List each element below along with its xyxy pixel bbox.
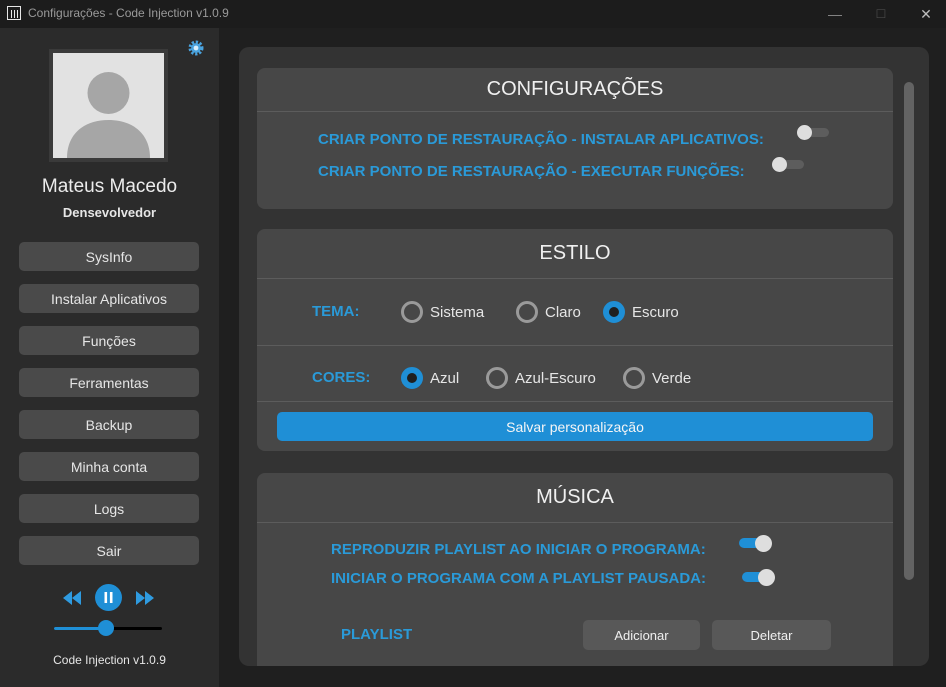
- settings-panel: CONFIGURAÇÕES CRIAR PONTO DE RESTAURAÇÃO…: [239, 47, 929, 666]
- nav-backup-button[interactable]: Backup: [19, 410, 199, 439]
- pause-icon[interactable]: [95, 584, 122, 611]
- volume-slider-handle[interactable]: [97, 620, 114, 636]
- theme-label: TEMA:: [312, 303, 360, 320]
- color-option-verde[interactable]: Verde: [623, 367, 691, 389]
- style-divider: [257, 345, 893, 346]
- restore-install-switch[interactable]: [797, 125, 831, 140]
- window-title: Configurações - Code Injection v1.0.9: [28, 6, 229, 20]
- maximize-button[interactable]: ☐: [858, 0, 904, 28]
- restore-exec-label: CRIAR PONTO DE RESTAURAÇÃO - EXECUTAR FU…: [318, 163, 745, 180]
- next-track-icon[interactable]: [135, 590, 155, 606]
- nav-sysinfo-button[interactable]: SysInfo: [19, 242, 199, 271]
- restore-install-label: CRIAR PONTO DE RESTAURAÇÃO - INSTALAR AP…: [318, 131, 764, 148]
- previous-track-icon[interactable]: [62, 590, 82, 606]
- gear-icon[interactable]: [187, 39, 205, 57]
- config-card-title: CONFIGURAÇÕES: [257, 68, 893, 112]
- nav-tools-button[interactable]: Ferramentas: [19, 368, 199, 397]
- avatar-placeholder-icon: [53, 53, 164, 158]
- restore-exec-switch[interactable]: [772, 157, 806, 172]
- color-option-azul-escuro[interactable]: Azul-Escuro: [486, 367, 596, 389]
- user-name: Mateus Macedo: [41, 176, 178, 197]
- app-logo-icon: [7, 6, 21, 20]
- music-card: MÚSICA REPRODUZIR PLAYLIST AO INICIAR O …: [257, 473, 893, 666]
- style-divider-2: [257, 401, 893, 402]
- start-paused-switch[interactable]: [742, 569, 776, 586]
- playlist-label: PLAYLIST: [341, 626, 413, 643]
- music-card-title: MÚSICA: [257, 473, 893, 523]
- autoplay-label: REPRODUZIR PLAYLIST AO INICIAR O PROGRAM…: [331, 541, 706, 558]
- user-role: Densevolvedor: [62, 205, 157, 220]
- close-button[interactable]: ✕: [903, 0, 946, 28]
- title-bar: Configurações - Code Injection v1.0.9 — …: [0, 0, 946, 28]
- start-paused-label: INICIAR O PROGRAMA COM A PLAYLIST PAUSAD…: [331, 570, 707, 587]
- style-card: ESTILO TEMA: Sistema Claro Escuro CORES:…: [257, 229, 893, 451]
- delete-playlist-button[interactable]: Deletar: [712, 620, 831, 650]
- nav-functions-button[interactable]: Funções: [19, 326, 199, 355]
- theme-option-escuro[interactable]: Escuro: [603, 301, 679, 323]
- avatar[interactable]: [49, 49, 168, 162]
- nav-exit-button[interactable]: Sair: [19, 536, 199, 565]
- scrollbar[interactable]: [904, 82, 914, 580]
- colors-label: CORES:: [312, 369, 371, 386]
- app-version: Code Injection v1.0.9: [53, 653, 166, 667]
- volume-slider[interactable]: [54, 620, 162, 636]
- nav-logs-button[interactable]: Logs: [19, 494, 199, 523]
- style-card-title: ESTILO: [257, 229, 893, 279]
- save-personalization-button[interactable]: Salvar personalização: [277, 412, 873, 441]
- minimize-button[interactable]: —: [812, 0, 858, 28]
- nav-install-apps-button[interactable]: Instalar Aplicativos: [19, 284, 199, 313]
- add-playlist-button[interactable]: Adicionar: [583, 620, 700, 650]
- sidebar: Mateus Macedo Densevolvedor SysInfo Inst…: [0, 28, 219, 687]
- theme-option-claro[interactable]: Claro: [516, 301, 581, 323]
- app-window: Configurações - Code Injection v1.0.9 — …: [0, 0, 946, 687]
- color-option-azul[interactable]: Azul: [401, 367, 459, 389]
- config-card: CONFIGURAÇÕES CRIAR PONTO DE RESTAURAÇÃO…: [257, 68, 893, 209]
- autoplay-switch[interactable]: [739, 535, 773, 552]
- theme-option-sistema[interactable]: Sistema: [401, 301, 484, 323]
- nav-my-account-button[interactable]: Minha conta: [19, 452, 199, 481]
